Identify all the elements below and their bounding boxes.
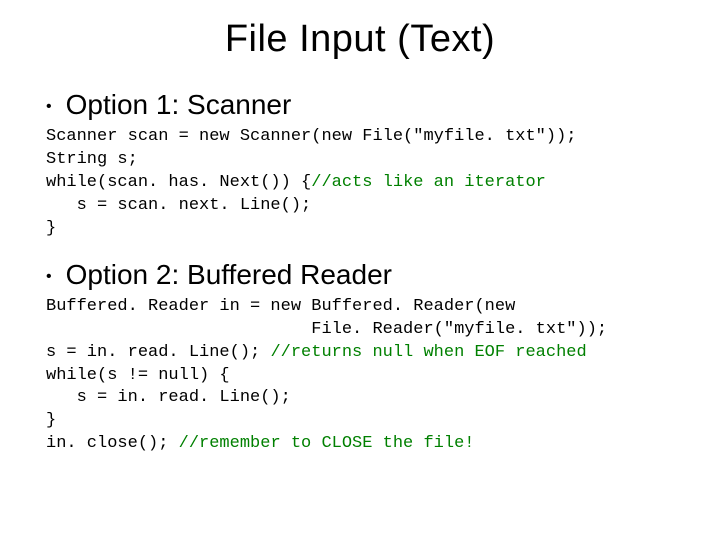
code-line: s = in. read. Line(); (46, 343, 270, 362)
code-line: Scanner scan = new Scanner(new File("myf… (46, 127, 577, 146)
code-line: while(s != null) { (46, 366, 230, 385)
code-line: String s; (46, 150, 138, 169)
bullet-dot-icon: • (46, 263, 66, 291)
code-comment: //returns null when EOF reached (270, 343, 586, 362)
slide: File Input (Text) • Option 1: Scanner Sc… (0, 0, 720, 540)
code-comment: //acts like an iterator (311, 173, 546, 192)
code-block-buffered-reader: Buffered. Reader in = new Buffered. Read… (46, 296, 674, 457)
bullet-dot-icon: • (46, 93, 66, 121)
bullet-text: Option 1: Scanner (66, 89, 292, 121)
bullet-text: Option 2: Buffered Reader (66, 259, 392, 291)
bullet-option-2: • Option 2: Buffered Reader (46, 259, 674, 294)
code-line: in. close(); (46, 434, 179, 453)
code-line: } (46, 219, 56, 238)
bullet-option-1: • Option 1: Scanner (46, 89, 674, 124)
slide-title: File Input (Text) (46, 18, 674, 61)
code-line: s = in. read. Line(); (46, 388, 291, 407)
code-line: } (46, 411, 56, 430)
code-comment: //remember to CLOSE the file! (179, 434, 475, 453)
code-line: s = scan. next. Line(); (46, 196, 311, 215)
code-line: Buffered. Reader in = new Buffered. Read… (46, 297, 515, 316)
code-block-scanner: Scanner scan = new Scanner(new File("myf… (46, 126, 674, 241)
code-line: while(scan. has. Next()) { (46, 173, 311, 192)
code-line: File. Reader("myfile. txt")); (46, 320, 607, 339)
